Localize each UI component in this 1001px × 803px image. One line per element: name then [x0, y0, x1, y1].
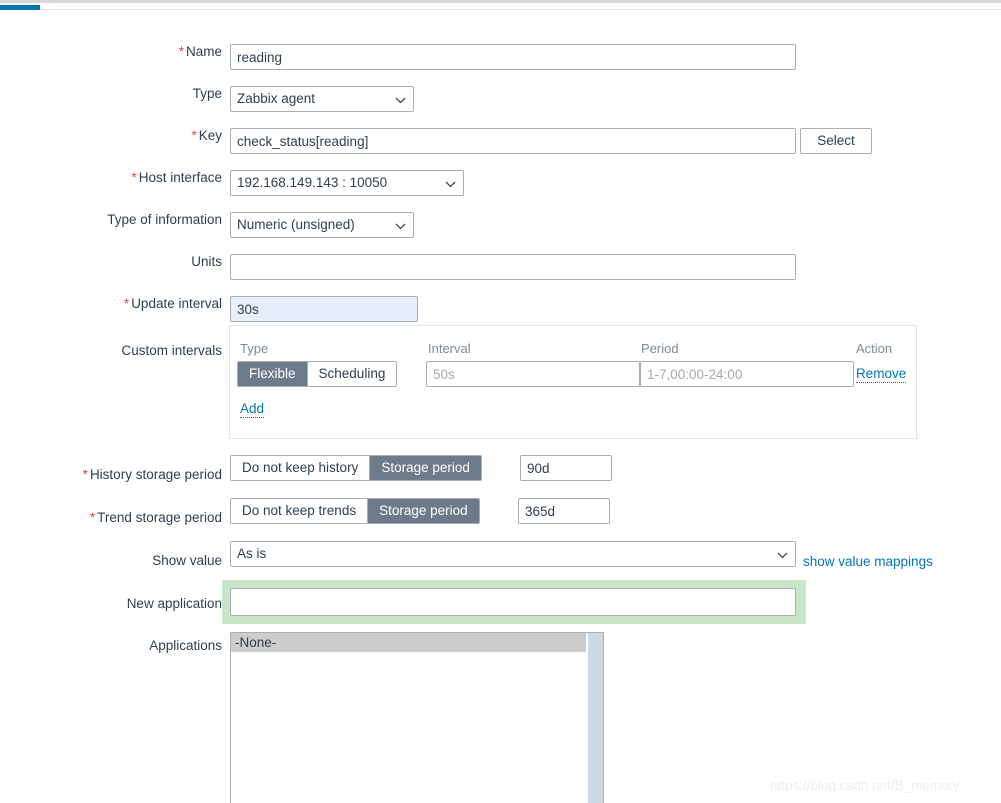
- custom-intervals-col-period: Period: [641, 341, 679, 356]
- label-type: Type: [0, 86, 222, 101]
- label-history-storage-period-text: History storage period: [89, 467, 222, 482]
- trend-do-not-keep-option[interactable]: Do not keep trends: [231, 499, 369, 523]
- custom-intervals-panel: Type Interval Period Action Flexible Sch…: [229, 325, 917, 439]
- custom-interval-type-toggle[interactable]: Flexible Scheduling: [237, 361, 398, 387]
- label-units-text: Units: [191, 254, 222, 269]
- history-storage-period-toggle[interactable]: Do not keep history Storage period: [230, 455, 482, 481]
- label-update-interval: * Update interval: [0, 296, 222, 311]
- custom-intervals-col-action: Action: [856, 341, 893, 356]
- trend-storage-period-option[interactable]: Storage period: [368, 499, 479, 523]
- required-marker-history-storage-period: *: [82, 467, 88, 482]
- custom-intervals-col-interval: Interval: [428, 341, 471, 356]
- label-host-interface-text: Host interface: [138, 170, 222, 185]
- label-type-text: Type: [192, 86, 222, 101]
- label-name-text: Name: [185, 44, 222, 59]
- applications-list-item[interactable]: -None-: [231, 633, 586, 652]
- label-update-interval-text: Update interval: [131, 296, 222, 311]
- label-name: * Name: [0, 44, 222, 59]
- chevron-down-icon: [395, 213, 406, 237]
- label-history-storage-period: * History storage period: [0, 467, 222, 482]
- label-key-text: Key: [198, 128, 222, 143]
- required-marker-name: *: [178, 44, 184, 59]
- tab-strip-divider: [40, 9, 1001, 10]
- type-select[interactable]: Zabbix agent: [230, 86, 414, 112]
- trend-storage-period-toggle[interactable]: Do not keep trends Storage period: [230, 498, 480, 524]
- new-application-input[interactable]: [230, 588, 796, 616]
- label-new-application: New application: [0, 596, 222, 611]
- label-key: * Key: [0, 128, 222, 143]
- required-marker-key: *: [191, 128, 197, 143]
- label-custom-intervals-text: Custom intervals: [121, 343, 222, 358]
- custom-interval-interval-input[interactable]: [426, 361, 640, 387]
- custom-interval-type-scheduling[interactable]: Scheduling: [307, 362, 397, 386]
- type-of-information-select-value: Numeric (unsigned): [237, 217, 355, 232]
- label-host-interface: * Host interface: [0, 170, 222, 185]
- name-input[interactable]: [230, 44, 796, 70]
- label-applications-text: Applications: [149, 638, 222, 653]
- custom-interval-remove-link[interactable]: Remove: [856, 366, 907, 383]
- watermark-text: https://blog.csdn.net/B_memory: [770, 778, 960, 793]
- label-applications: Applications: [0, 638, 222, 653]
- label-new-application-text: New application: [126, 596, 222, 611]
- host-interface-select[interactable]: 192.168.149.143 : 10050: [230, 170, 464, 196]
- host-interface-select-value: 192.168.149.143 : 10050: [237, 175, 388, 190]
- key-input[interactable]: [230, 128, 796, 154]
- custom-interval-period-input[interactable]: [640, 361, 854, 387]
- type-select-value: Zabbix agent: [237, 91, 316, 106]
- show-value-select-value: As is: [237, 546, 267, 561]
- key-select-button[interactable]: Select: [800, 128, 872, 154]
- label-show-value: Show value: [0, 553, 222, 568]
- chevron-down-icon: [777, 542, 788, 566]
- applications-listbox[interactable]: -None-: [230, 632, 604, 803]
- label-type-of-information-text: Type of information: [107, 212, 222, 227]
- type-of-information-select[interactable]: Numeric (unsigned): [230, 212, 414, 238]
- units-input[interactable]: [230, 254, 796, 280]
- custom-interval-add-link[interactable]: Add: [240, 401, 265, 418]
- label-show-value-text: Show value: [152, 553, 222, 568]
- required-marker-update-interval: *: [123, 296, 130, 311]
- chevron-down-icon: [395, 87, 406, 111]
- history-do-not-keep-option[interactable]: Do not keep history: [231, 456, 371, 480]
- history-storage-period-option[interactable]: Storage period: [370, 456, 481, 480]
- label-type-of-information: Type of information: [0, 212, 222, 227]
- label-trend-storage-period: * Trend storage period: [0, 510, 222, 525]
- window-top-edge: [0, 0, 1001, 3]
- history-storage-period-input[interactable]: [520, 455, 612, 481]
- trend-storage-period-input[interactable]: [518, 498, 610, 524]
- label-trend-storage-period-text: Trend storage period: [97, 510, 222, 525]
- top-tab-strip: [0, 0, 1001, 12]
- label-units: Units: [0, 254, 222, 269]
- applications-scrollbar-thumb[interactable]: [588, 633, 603, 803]
- required-marker-host-interface: *: [131, 170, 137, 185]
- required-marker-trend-storage-period: *: [89, 510, 96, 525]
- label-custom-intervals: Custom intervals: [0, 343, 222, 358]
- chevron-down-icon: [445, 171, 456, 195]
- custom-intervals-col-type: Type: [240, 341, 269, 356]
- custom-interval-type-flexible[interactable]: Flexible: [238, 362, 308, 386]
- show-value-mappings-link[interactable]: show value mappings: [803, 554, 933, 570]
- show-value-select[interactable]: As is: [230, 541, 796, 567]
- update-interval-input[interactable]: [230, 296, 418, 322]
- applications-scrollbar-track[interactable]: [588, 633, 603, 803]
- active-tab-indicator[interactable]: [0, 5, 40, 10]
